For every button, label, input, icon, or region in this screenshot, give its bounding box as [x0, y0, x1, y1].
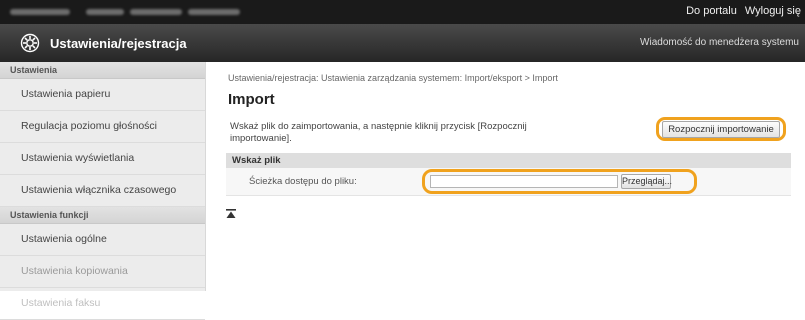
start-import-button[interactable]: Rozpocznij importowanie: [662, 120, 780, 138]
title-bar: Ustawienia/rejestracja Wiadomość do mene…: [0, 24, 805, 62]
section-title: Wskaż plik: [226, 153, 791, 168]
sidebar-item-fax[interactable]: Ustawienia faksu: [0, 288, 205, 320]
sidebar-item-copy[interactable]: Ustawienia kopiowania: [0, 256, 205, 288]
obscured-text: [10, 9, 70, 15]
logout-link[interactable]: Wyloguj się: [745, 5, 801, 17]
page-title: Import: [228, 91, 275, 108]
sidebar: Ustawienia Ustawienia papieru Regulacja …: [0, 62, 206, 320]
top-bar: Do portalu Wyloguj się: [0, 0, 805, 24]
portal-link[interactable]: Do portalu: [686, 5, 737, 17]
obscured-text: [130, 9, 182, 15]
top-links: Do portalu Wyloguj się: [678, 5, 801, 17]
sidebar-item-timer[interactable]: Ustawienia włącznika czasowego: [0, 175, 205, 207]
browse-button[interactable]: Przeglądaj...: [621, 174, 672, 189]
file-picker-highlight: Przeglądaj...: [422, 169, 697, 194]
sidebar-item-display[interactable]: Ustawienia wyświetlania: [0, 143, 205, 175]
arrow-up-to-top-icon[interactable]: [226, 209, 236, 219]
file-path-label: Ścieżka dostępu do pliku:: [249, 176, 357, 187]
obscured-text: [188, 9, 240, 15]
obscured-text: [86, 9, 124, 15]
sidebar-item-volume[interactable]: Regulacja poziomu głośności: [0, 111, 205, 143]
sidebar-section-title: Ustawienia: [0, 62, 205, 79]
file-path-row: Ścieżka dostępu do pliku: Przeglądaj...: [226, 168, 791, 196]
file-section: Wskaż plik Ścieżka dostępu do pliku: Prz…: [226, 153, 791, 196]
sidebar-item-paper-settings[interactable]: Ustawienia papieru: [0, 79, 205, 111]
breadcrumb: Ustawienia/rejestracja: Ustawienia zarzą…: [228, 73, 558, 83]
gear-icon: [20, 33, 40, 53]
start-import-button-highlight: Rozpocznij importowanie: [656, 117, 786, 141]
app-title: Ustawienia/rejestracja: [50, 36, 187, 51]
sidebar-item-general[interactable]: Ustawienia ogólne: [0, 224, 205, 256]
sidebar-section-title: Ustawienia funkcji: [0, 207, 205, 224]
file-path-input[interactable]: [430, 175, 618, 188]
message-to-admin-link[interactable]: Wiadomość do menedżera systemu: [640, 37, 799, 48]
instructions-text: Wskaż plik do zaimportowania, a następni…: [230, 121, 527, 144]
